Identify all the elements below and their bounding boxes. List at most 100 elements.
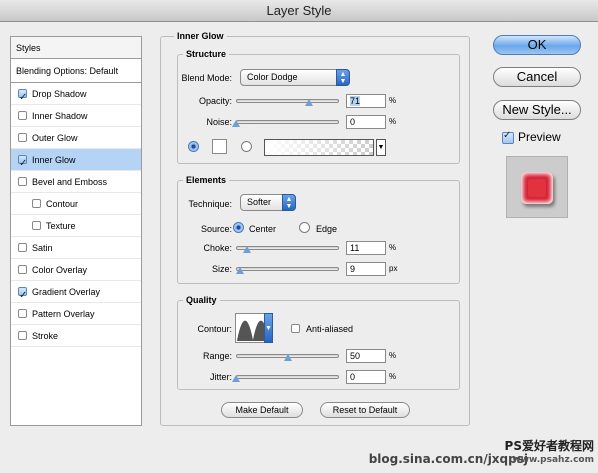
jitter-unit: % xyxy=(389,372,397,381)
noise-label: Noise: xyxy=(206,117,232,127)
choke-slider-thumb[interactable] xyxy=(243,246,252,253)
source-edge-radio[interactable] xyxy=(299,222,310,233)
sidebar-item-bevel-and-emboss[interactable]: Bevel and Emboss xyxy=(11,171,141,193)
size-unit: px xyxy=(389,264,398,273)
sidebar-item-checkbox[interactable] xyxy=(32,221,41,230)
jitter-value: 0 xyxy=(350,372,356,382)
watermark-blog-url: blog.sina.com.cn/jxqpsj xyxy=(368,452,528,466)
structure-title: Structure xyxy=(183,49,230,59)
choke-slider[interactable] xyxy=(236,246,339,250)
sidebar-item-inner-shadow[interactable]: Inner Shadow xyxy=(11,105,141,127)
preview-shape xyxy=(521,172,553,204)
sidebar-item-label: Outer Glow xyxy=(32,133,78,143)
opacity-input[interactable]: 71 xyxy=(346,94,386,108)
sidebar-item-outer-glow[interactable]: Outer Glow xyxy=(11,127,141,149)
chevron-updown-icon: ▲ ▼ xyxy=(282,194,296,211)
choke-unit: % xyxy=(389,243,397,252)
range-label: Range: xyxy=(202,351,232,361)
solid-color-radio[interactable] xyxy=(188,141,199,152)
sidebar-item-color-overlay[interactable]: Color Overlay xyxy=(11,259,141,281)
opacity-slider-thumb[interactable] xyxy=(305,99,314,106)
sidebar-item-contour[interactable]: Contour xyxy=(11,193,141,215)
cancel-button[interactable]: Cancel xyxy=(493,67,581,87)
source-label: Source: xyxy=(200,224,232,234)
glow-color-swatch[interactable] xyxy=(212,139,227,154)
ok-button[interactable]: OK xyxy=(493,35,581,55)
range-input[interactable]: 50 xyxy=(346,349,386,363)
sidebar-style-list: Drop Shadow Inner Shadow Outer Glow Inner G… xyxy=(11,83,141,347)
sidebar-item-checkbox[interactable] xyxy=(18,309,27,318)
reset-to-default-button[interactable]: Reset to Default xyxy=(320,402,410,418)
sidebar-item-drop-shadow[interactable]: Drop Shadow xyxy=(11,83,141,109)
gradient-radio[interactable] xyxy=(241,141,252,152)
sidebar-item-satin[interactable]: Satin xyxy=(11,237,141,259)
sidebar-item-checkbox[interactable] xyxy=(18,153,27,175)
preview-checkbox[interactable] xyxy=(502,130,514,144)
opacity-slider[interactable] xyxy=(236,99,339,103)
sidebar-item-label: Bevel and Emboss xyxy=(32,177,108,187)
opacity-value: 71 xyxy=(350,96,361,106)
blend-mode-select[interactable]: Color Dodge ▲ ▼ xyxy=(240,69,350,86)
sidebar-item-checkbox[interactable] xyxy=(18,331,27,340)
glow-gradient-picker[interactable] xyxy=(264,139,374,156)
sidebar-item-label: Inner Glow xyxy=(32,155,76,165)
sidebar-item-checkbox[interactable] xyxy=(18,111,27,120)
range-slider-thumb[interactable] xyxy=(283,354,292,361)
size-label: Size: xyxy=(211,264,232,274)
sidebar-styles-header[interactable]: Styles xyxy=(11,37,141,59)
quality-title: Quality xyxy=(183,295,220,305)
blend-mode-value: Color Dodge xyxy=(247,72,298,82)
chevron-down-icon[interactable]: ▼ xyxy=(264,313,273,343)
make-default-button[interactable]: Make Default xyxy=(221,402,303,418)
opacity-unit: % xyxy=(389,96,397,105)
chevron-updown-icon: ▲ ▼ xyxy=(336,69,350,86)
size-input[interactable]: 9 xyxy=(346,262,386,276)
sidebar-item-gradient-overlay[interactable]: Gradient Overlay xyxy=(11,281,141,307)
sidebar-blending-options[interactable]: Blending Options: Default xyxy=(11,59,141,83)
sidebar-item-stroke[interactable]: Stroke xyxy=(11,325,141,347)
contour-label: Contour: xyxy=(197,324,232,334)
sidebar-item-checkbox[interactable] xyxy=(18,87,27,109)
sidebar-item-inner-glow[interactable]: Inner Glow xyxy=(11,149,141,175)
size-slider[interactable] xyxy=(236,267,339,271)
sidebar-item-label: Gradient Overlay xyxy=(32,287,101,297)
jitter-slider-thumb[interactable] xyxy=(232,375,240,382)
sidebar-item-checkbox[interactable] xyxy=(18,177,27,186)
choke-input[interactable]: 11 xyxy=(346,241,386,255)
sidebar-item-checkbox[interactable] xyxy=(32,199,41,208)
inner-glow-title: Inner Glow xyxy=(174,31,227,41)
source-center-radio[interactable] xyxy=(233,222,244,233)
antialiased-checkbox[interactable] xyxy=(291,324,300,333)
jitter-slider[interactable] xyxy=(236,375,339,379)
choke-label: Choke: xyxy=(203,243,232,253)
sidebar-item-checkbox[interactable] xyxy=(18,285,27,307)
style-preview-thumbnail xyxy=(506,156,568,218)
technique-select[interactable]: Softer ▲ ▼ xyxy=(240,194,296,211)
technique-value: Softer xyxy=(247,197,272,207)
sidebar-item-checkbox[interactable] xyxy=(18,265,27,274)
sidebar-item-label: Drop Shadow xyxy=(32,89,87,99)
window-title: Layer Style xyxy=(266,3,332,18)
sidebar-item-label: Color Overlay xyxy=(32,265,88,275)
chevron-down-icon[interactable]: ▼ xyxy=(376,139,386,156)
sidebar-item-checkbox[interactable] xyxy=(18,133,27,142)
sidebar-item-label: Texture xyxy=(46,221,76,231)
range-value: 50 xyxy=(350,351,361,361)
sidebar-item-label: Inner Shadow xyxy=(32,111,88,121)
preview-label: Preview xyxy=(518,130,561,144)
elements-title: Elements xyxy=(183,175,230,185)
new-style-button[interactable]: New Style... xyxy=(493,100,581,120)
noise-input[interactable]: 0 xyxy=(346,115,386,129)
sidebar-item-checkbox[interactable] xyxy=(18,243,27,252)
size-slider-thumb[interactable] xyxy=(236,267,245,274)
sidebar-item-pattern-overlay[interactable]: Pattern Overlay xyxy=(11,303,141,325)
noise-slider-thumb[interactable] xyxy=(232,120,240,127)
size-value: 9 xyxy=(350,264,356,274)
sidebar-item-label: Pattern Overlay xyxy=(32,309,95,319)
sidebar-item-texture[interactable]: Texture xyxy=(11,215,141,237)
noise-slider[interactable] xyxy=(236,120,339,124)
window-titlebar: Layer Style xyxy=(0,0,598,22)
jitter-input[interactable]: 0 xyxy=(346,370,386,384)
styles-sidebar: Styles Blending Options: Default Drop Sh… xyxy=(10,36,142,426)
antialiased-label: Anti-aliased xyxy=(306,324,354,334)
